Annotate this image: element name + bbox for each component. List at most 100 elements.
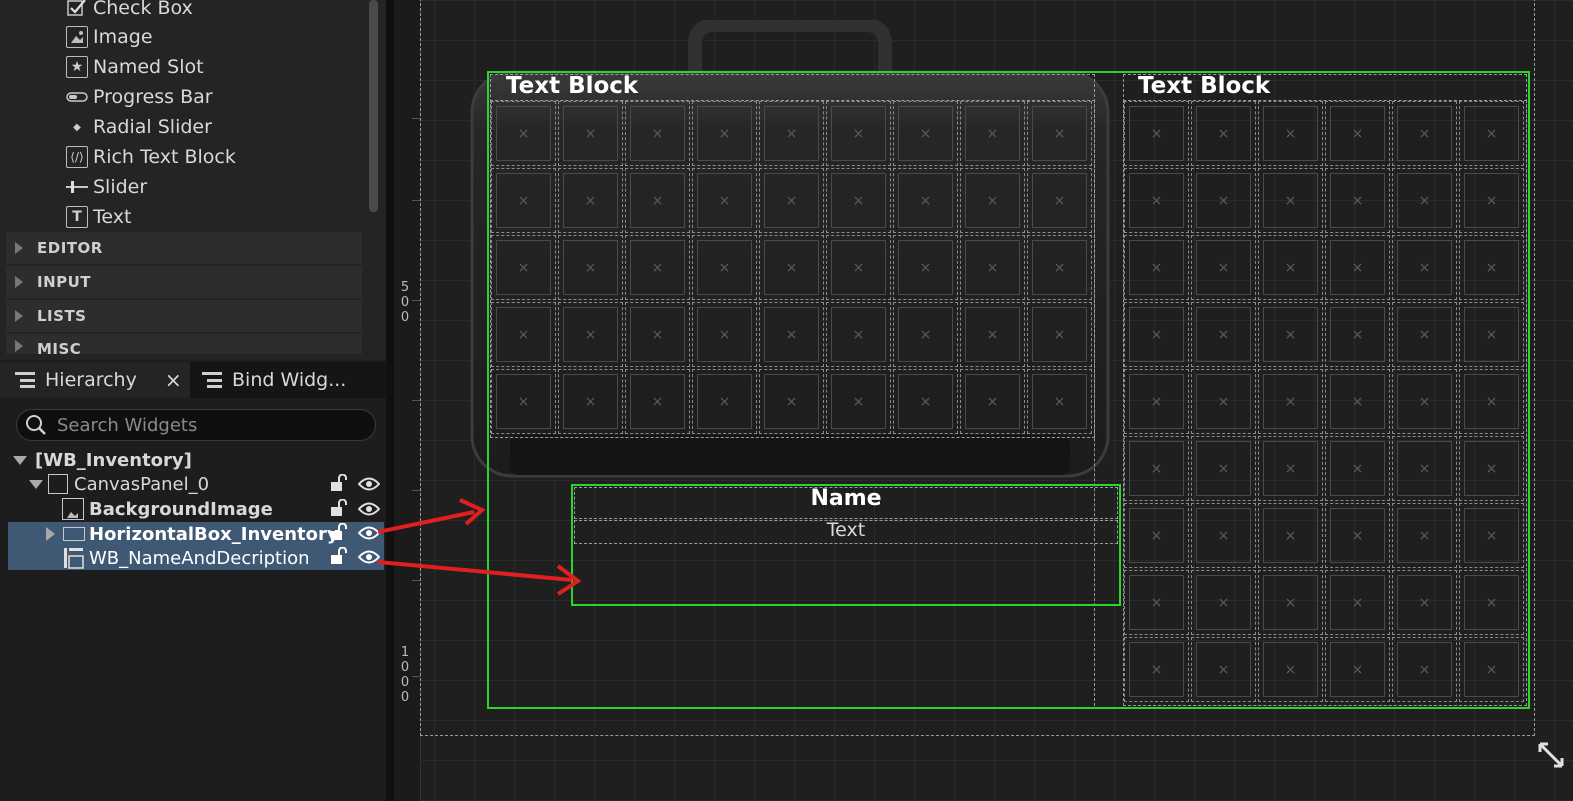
panel-divider[interactable] (386, 0, 394, 801)
inventory-slot[interactable]: × (960, 302, 1025, 367)
palette-scrollbar[interactable] (369, 0, 378, 212)
inventory-slot[interactable]: × (1191, 101, 1256, 166)
palette-item-rich-text-block[interactable]: ⟨/⟩ Rich Text Block (66, 144, 236, 170)
inventory-slot[interactable]: × (1027, 302, 1092, 367)
inventory-slot[interactable]: × (1325, 436, 1390, 501)
inventory-slot[interactable]: × (692, 101, 757, 166)
category-misc[interactable]: MISC (6, 334, 362, 354)
right-text-block[interactable]: Text Block (1138, 73, 1270, 99)
left-text-block[interactable]: Text Block (506, 73, 638, 99)
inventory-slot[interactable]: × (1191, 168, 1256, 233)
inventory-slot[interactable]: × (759, 168, 824, 233)
inventory-slot[interactable]: × (1459, 369, 1524, 434)
tree-row-canvas-panel[interactable]: CanvasPanel_0 (29, 472, 209, 496)
inventory-slot[interactable]: × (692, 369, 757, 434)
inventory-slot[interactable]: × (1459, 436, 1524, 501)
inventory-slot[interactable]: × (1258, 235, 1323, 300)
inventory-slot[interactable]: × (960, 101, 1025, 166)
inventory-slot[interactable]: × (826, 101, 891, 166)
inventory-slot[interactable]: × (558, 168, 623, 233)
inventory-slot[interactable]: × (1392, 570, 1457, 635)
inventory-slot[interactable]: × (1392, 302, 1457, 367)
inventory-slot[interactable]: × (893, 235, 958, 300)
collapse-arrow-icon[interactable] (29, 479, 43, 489)
inventory-slot[interactable]: × (1459, 168, 1524, 233)
inventory-slot[interactable]: × (826, 302, 891, 367)
description-text[interactable]: Text (574, 519, 1118, 541)
tree-row-background-image[interactable]: BackgroundImage (62, 497, 273, 521)
inventory-slot[interactable]: × (1124, 436, 1189, 501)
name-title[interactable]: Name (574, 486, 1118, 511)
inventory-slot[interactable]: × (558, 101, 623, 166)
inventory-slot[interactable]: × (1459, 302, 1524, 367)
palette-item-text[interactable]: T Text (66, 204, 131, 230)
inventory-slot[interactable]: × (1325, 302, 1390, 367)
inventory-slot[interactable]: × (1258, 369, 1323, 434)
inventory-slot[interactable]: × (491, 101, 556, 166)
inventory-slot[interactable]: × (1191, 637, 1256, 702)
inventory-slot[interactable]: × (625, 369, 690, 434)
inventory-slot[interactable]: × (759, 235, 824, 300)
inventory-slot[interactable]: × (893, 101, 958, 166)
inventory-slot[interactable]: × (558, 302, 623, 367)
palette-item-slider[interactable]: Slider (66, 174, 147, 200)
inventory-slot[interactable]: × (1392, 101, 1457, 166)
inventory-slot[interactable]: × (558, 235, 623, 300)
inventory-slot[interactable]: × (1027, 101, 1092, 166)
inventory-slot[interactable]: × (1258, 503, 1323, 568)
inventory-slot[interactable]: × (1124, 369, 1189, 434)
inventory-slot[interactable]: × (1124, 235, 1189, 300)
inventory-slot[interactable]: × (1191, 302, 1256, 367)
inventory-slot[interactable]: × (1325, 101, 1390, 166)
inventory-slot[interactable]: × (1124, 637, 1189, 702)
inventory-slot[interactable]: × (1325, 235, 1390, 300)
inventory-slot[interactable]: × (1325, 570, 1390, 635)
inventory-slot[interactable]: × (893, 168, 958, 233)
tab-bind-widgets[interactable]: Bind Widg... (192, 362, 346, 398)
category-input[interactable]: INPUT (6, 266, 362, 298)
palette-item-image[interactable]: Image (66, 24, 153, 50)
inventory-slot[interactable]: × (1325, 369, 1390, 434)
tab-hierarchy[interactable]: Hierarchy × (0, 362, 190, 398)
unlock-icon[interactable] (330, 499, 348, 517)
unlock-icon[interactable] (330, 547, 348, 565)
inventory-slot[interactable]: × (1124, 570, 1189, 635)
inventory-slot[interactable]: × (1124, 503, 1189, 568)
inventory-slot[interactable]: × (1258, 436, 1323, 501)
inventory-slot[interactable]: × (759, 101, 824, 166)
inventory-slot[interactable]: × (1258, 168, 1323, 233)
inventory-slot[interactable]: × (1325, 637, 1390, 702)
inventory-slot[interactable]: × (960, 235, 1025, 300)
inventory-slot[interactable]: × (692, 302, 757, 367)
inventory-slot[interactable]: × (1392, 637, 1457, 702)
inventory-slot[interactable]: × (1258, 570, 1323, 635)
inventory-slot[interactable]: × (491, 302, 556, 367)
inventory-slot[interactable]: × (1124, 168, 1189, 233)
inventory-slot[interactable]: × (759, 369, 824, 434)
inventory-slot[interactable]: × (692, 235, 757, 300)
tree-row-root[interactable]: [WB_Inventory] (13, 448, 192, 472)
expand-arrow-icon[interactable] (46, 527, 55, 541)
visibility-eye-icon[interactable] (358, 477, 380, 491)
unlock-icon[interactable] (330, 474, 348, 492)
inventory-slot[interactable]: × (625, 302, 690, 367)
inventory-slot[interactable]: × (1258, 637, 1323, 702)
inventory-slot[interactable]: × (1191, 503, 1256, 568)
inventory-slot[interactable]: × (1392, 503, 1457, 568)
inventory-slot[interactable]: × (1027, 168, 1092, 233)
category-lists[interactable]: LISTS (6, 300, 362, 332)
inventory-slot[interactable]: × (893, 302, 958, 367)
inventory-slot[interactable]: × (1392, 436, 1457, 501)
inventory-slot[interactable]: × (625, 101, 690, 166)
inventory-slot[interactable]: × (1392, 235, 1457, 300)
inventory-slot[interactable]: × (759, 302, 824, 367)
inventory-slot[interactable]: × (1325, 503, 1390, 568)
inventory-slot[interactable]: × (692, 168, 757, 233)
inventory-slot[interactable]: × (491, 369, 556, 434)
inventory-slot[interactable]: × (1459, 235, 1524, 300)
inventory-slot[interactable]: × (1325, 168, 1390, 233)
inventory-slot[interactable]: × (1459, 637, 1524, 702)
inventory-slot[interactable]: × (1191, 369, 1256, 434)
category-editor[interactable]: EDITOR (6, 232, 362, 264)
inventory-slot[interactable]: × (558, 369, 623, 434)
